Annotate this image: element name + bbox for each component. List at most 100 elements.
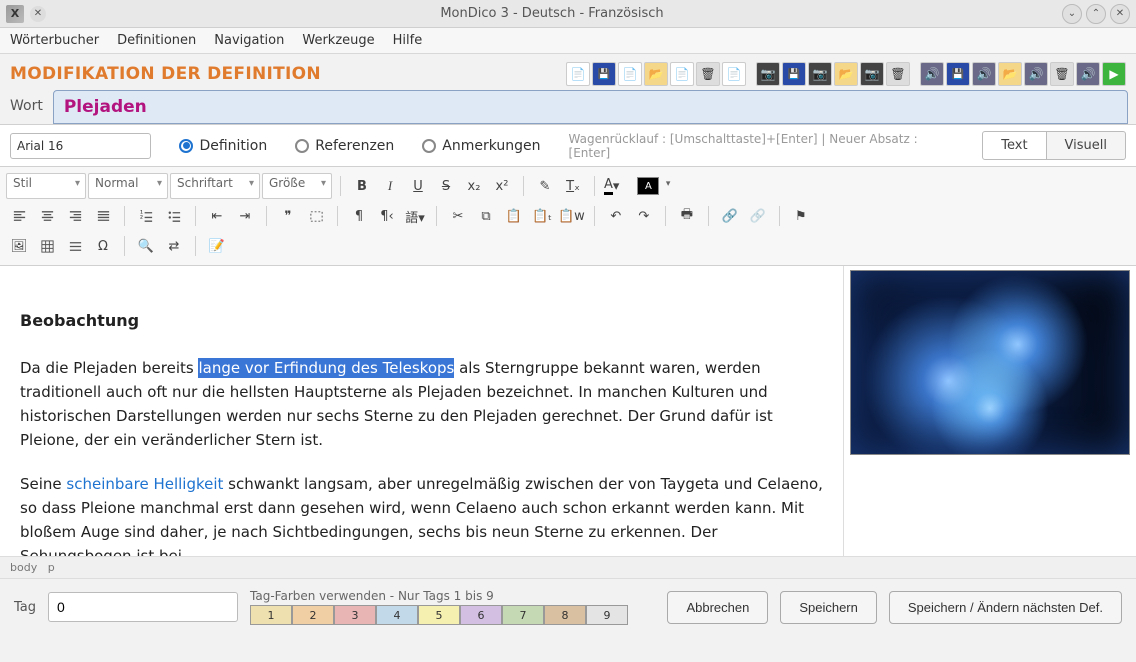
pdf-delete-icon[interactable]: 🗑 (696, 62, 720, 86)
pdf-icon-3[interactable]: 📄 (670, 62, 694, 86)
path-p[interactable]: p (48, 561, 55, 574)
speaker-icon-2[interactable]: 🔊 (972, 62, 996, 86)
word-value[interactable]: Plejaden (53, 90, 1128, 124)
tag-color-8[interactable]: 8 (544, 605, 586, 625)
bold-button[interactable]: B (349, 173, 375, 199)
tag-input[interactable] (48, 592, 238, 622)
indent-button[interactable]: ⇥ (232, 203, 258, 229)
anchor-button[interactable]: ⚑ (788, 203, 814, 229)
specialchar-button[interactable]: Ω (90, 233, 116, 259)
bullet-list-button[interactable] (161, 203, 187, 229)
ltr-button[interactable]: ¶ (346, 203, 372, 229)
copy-format-button[interactable]: ✎ (532, 173, 558, 199)
cut-button[interactable]: ✂ (445, 203, 471, 229)
subscript-button[interactable]: x₂ (461, 173, 487, 199)
source-button[interactable]: 📝 (204, 233, 230, 259)
cancel-button[interactable]: Abbrechen (667, 591, 768, 624)
align-center-button[interactable] (34, 203, 60, 229)
pdf-icon-2[interactable]: 📄 (618, 62, 642, 86)
pdf-icon[interactable]: 📄 (566, 62, 590, 86)
tag-color-5[interactable]: 5 (418, 605, 460, 625)
bg-color-button[interactable]: A (636, 173, 674, 199)
rtl-button[interactable]: ¶‹ (374, 203, 400, 229)
radio-references[interactable]: Referenzen (295, 138, 394, 154)
tag-color-1[interactable]: 1 (250, 605, 292, 625)
menu-definitions[interactable]: Definitionen (117, 33, 196, 48)
replace-button[interactable]: ⇄ (161, 233, 187, 259)
audio-save-icon[interactable]: 💾 (946, 62, 970, 86)
font-input[interactable]: Arial 16 (10, 133, 151, 159)
save-next-button[interactable]: Speichern / Ändern nächsten Def. (889, 591, 1122, 624)
image-save-icon[interactable]: 💾 (782, 62, 806, 86)
strike-button[interactable]: S (433, 173, 459, 199)
camera-icon-3[interactable]: 📷 (860, 62, 884, 86)
radio-notes[interactable]: Anmerkungen (422, 138, 540, 154)
style-dropdown[interactable]: Stil (6, 173, 86, 199)
save-button[interactable]: Speichern (780, 591, 877, 624)
size-dropdown[interactable]: Größe (262, 173, 332, 199)
speaker-icon[interactable]: 🔊 (920, 62, 944, 86)
language-button[interactable]: 語▾ (402, 203, 428, 229)
underline-button[interactable]: U (405, 173, 431, 199)
copy-button[interactable]: ⧉ (473, 203, 499, 229)
tag-color-4[interactable]: 4 (376, 605, 418, 625)
paste-text-button[interactable]: 📋ₜ (529, 203, 555, 229)
link-button[interactable]: 🔗 (717, 203, 743, 229)
menu-help[interactable]: Hilfe (393, 33, 423, 48)
tag-color-2[interactable]: 2 (292, 605, 334, 625)
radio-definition[interactable]: Definition (179, 138, 267, 154)
pdf-open-icon[interactable]: 📂 (644, 62, 668, 86)
tag-color-3[interactable]: 3 (334, 605, 376, 625)
pdf-save-icon[interactable]: 💾 (592, 62, 616, 86)
paste-button[interactable]: 📋 (501, 203, 527, 229)
align-right-button[interactable] (62, 203, 88, 229)
content-link[interactable]: scheinbare Helligkeit (66, 475, 223, 493)
audio-delete-icon[interactable]: 🗑 (1050, 62, 1074, 86)
titlebar-close-hint[interactable]: ✕ (30, 6, 46, 22)
close-button[interactable]: ✕ (1110, 4, 1130, 24)
hr-button[interactable] (62, 233, 88, 259)
paste-word-button[interactable]: 📋w (557, 203, 586, 229)
maximize-button[interactable]: ⌃ (1086, 4, 1106, 24)
tag-color-7[interactable]: 7 (502, 605, 544, 625)
image-button[interactable]: 🖼 (6, 233, 32, 259)
definition-image[interactable] (850, 270, 1130, 455)
camera-icon[interactable]: 📷 (756, 62, 780, 86)
italic-button[interactable]: I (377, 173, 403, 199)
align-left-button[interactable] (6, 203, 32, 229)
tag-color-9[interactable]: 9 (586, 605, 628, 625)
unlink-button[interactable]: 🔗 (745, 203, 771, 229)
minimize-button[interactable]: ⌄ (1062, 4, 1082, 24)
undo-button[interactable]: ↶ (603, 203, 629, 229)
align-justify-button[interactable] (90, 203, 116, 229)
path-body[interactable]: body (10, 561, 37, 574)
image-delete-icon[interactable]: 🗑 (886, 62, 910, 86)
table-button[interactable] (34, 233, 60, 259)
view-text-button[interactable]: Text (982, 131, 1046, 160)
camera-icon-2[interactable]: 📷 (808, 62, 832, 86)
font-dropdown[interactable]: Schriftart (170, 173, 260, 199)
speaker-icon-4[interactable]: 🔊 (1076, 62, 1100, 86)
audio-open-icon[interactable]: 📂 (998, 62, 1022, 86)
rich-text-editor[interactable]: Beobachtung Da die Plejaden bereits lang… (0, 266, 844, 556)
div-button[interactable] (303, 203, 329, 229)
view-visual-button[interactable]: Visuell (1047, 131, 1126, 160)
remove-format-button[interactable]: Tₓ (560, 173, 586, 199)
outdent-button[interactable]: ⇤ (204, 203, 230, 229)
print-button[interactable]: 🖶 (674, 203, 700, 229)
format-dropdown[interactable]: Normal (88, 173, 168, 199)
speaker-icon-3[interactable]: 🔊 (1024, 62, 1048, 86)
image-open-icon[interactable]: 📂 (834, 62, 858, 86)
menu-dictionaries[interactable]: Wörterbucher (10, 33, 99, 48)
superscript-button[interactable]: x² (489, 173, 515, 199)
numbered-list-button[interactable]: 12 (133, 203, 159, 229)
text-color-button[interactable]: A▾ (603, 173, 634, 199)
find-button[interactable]: 🔍 (133, 233, 159, 259)
tag-color-6[interactable]: 6 (460, 605, 502, 625)
blockquote-button[interactable]: ❞ (275, 203, 301, 229)
audio-play-icon[interactable]: ▶ (1102, 62, 1126, 86)
menu-tools[interactable]: Werkzeuge (302, 33, 374, 48)
menu-navigation[interactable]: Navigation (214, 33, 284, 48)
redo-button[interactable]: ↷ (631, 203, 657, 229)
pdf-icon-4[interactable]: 📄 (722, 62, 746, 86)
